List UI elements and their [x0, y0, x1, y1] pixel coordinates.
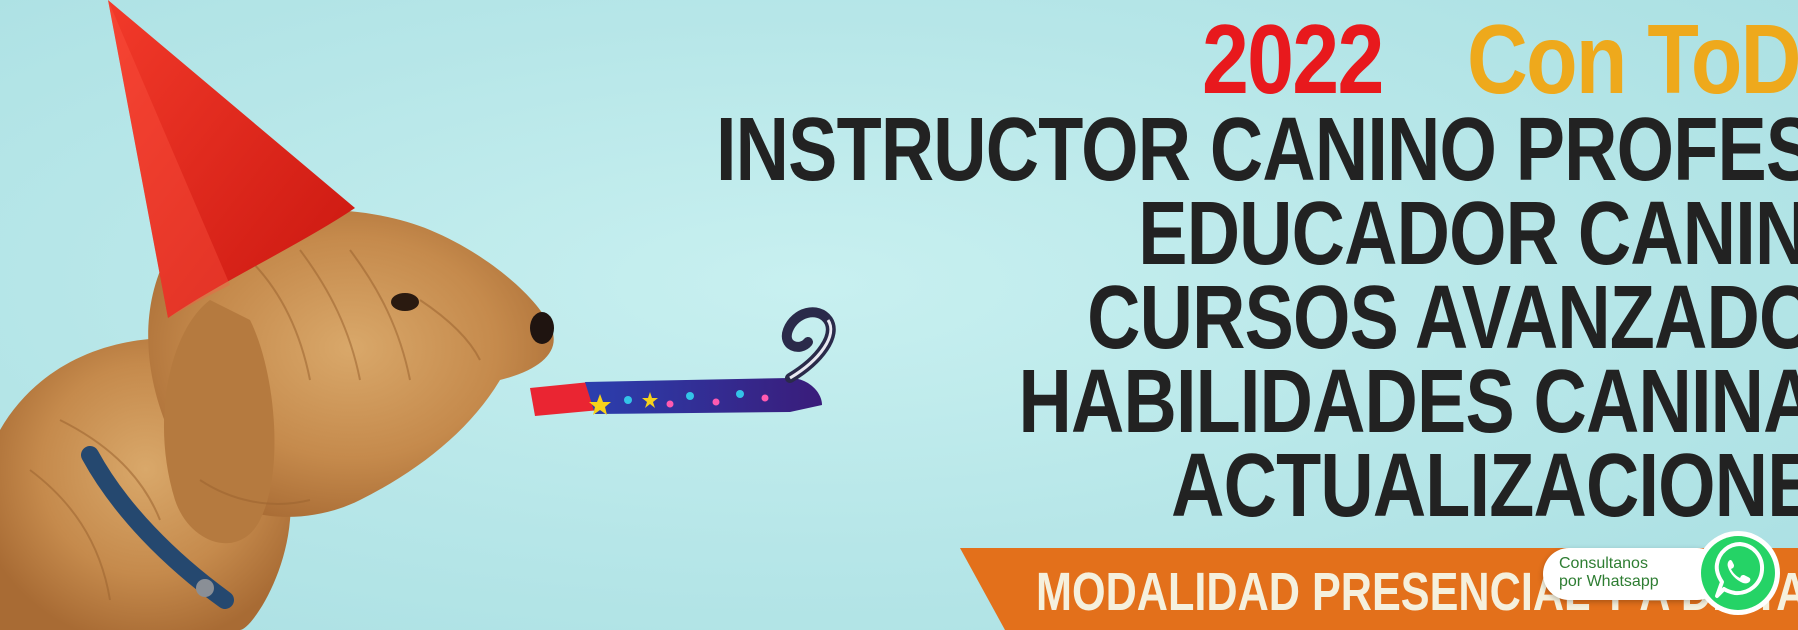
whatsapp-label[interactable]: Consultanos por Whatsapp	[1559, 555, 1709, 591]
whatsapp-label-line1: Consultanos	[1559, 555, 1648, 572]
course-avanzados: CURSOS AVANZADOS	[1087, 268, 1798, 368]
course-actualizaciones: ACTUALIZACIONES	[1171, 436, 1798, 536]
whatsapp-label-line2: por Whatsapp	[1559, 573, 1659, 590]
whatsapp-contact-button[interactable]: Consultanos por Whatsapp	[1543, 528, 1793, 618]
year-headline: 2022	[1202, 4, 1384, 114]
promo-banner: 2022 Con ToDo INSTRUCTOR CANINO PROFESIO…	[0, 0, 1798, 630]
course-educador: EDUCADOR CANINO	[1138, 184, 1798, 284]
course-habilidades: HABILIDADES CANINAS	[1018, 352, 1798, 452]
whatsapp-icon[interactable]	[1693, 528, 1783, 618]
course-instructor: INSTRUCTOR CANINO PROFESIONAL	[716, 100, 1798, 200]
tagline-headline: Con ToDo	[1467, 4, 1798, 114]
course-list: INSTRUCTOR CANINO PROFESIONAL EDUCADOR C…	[464, 100, 1798, 536]
